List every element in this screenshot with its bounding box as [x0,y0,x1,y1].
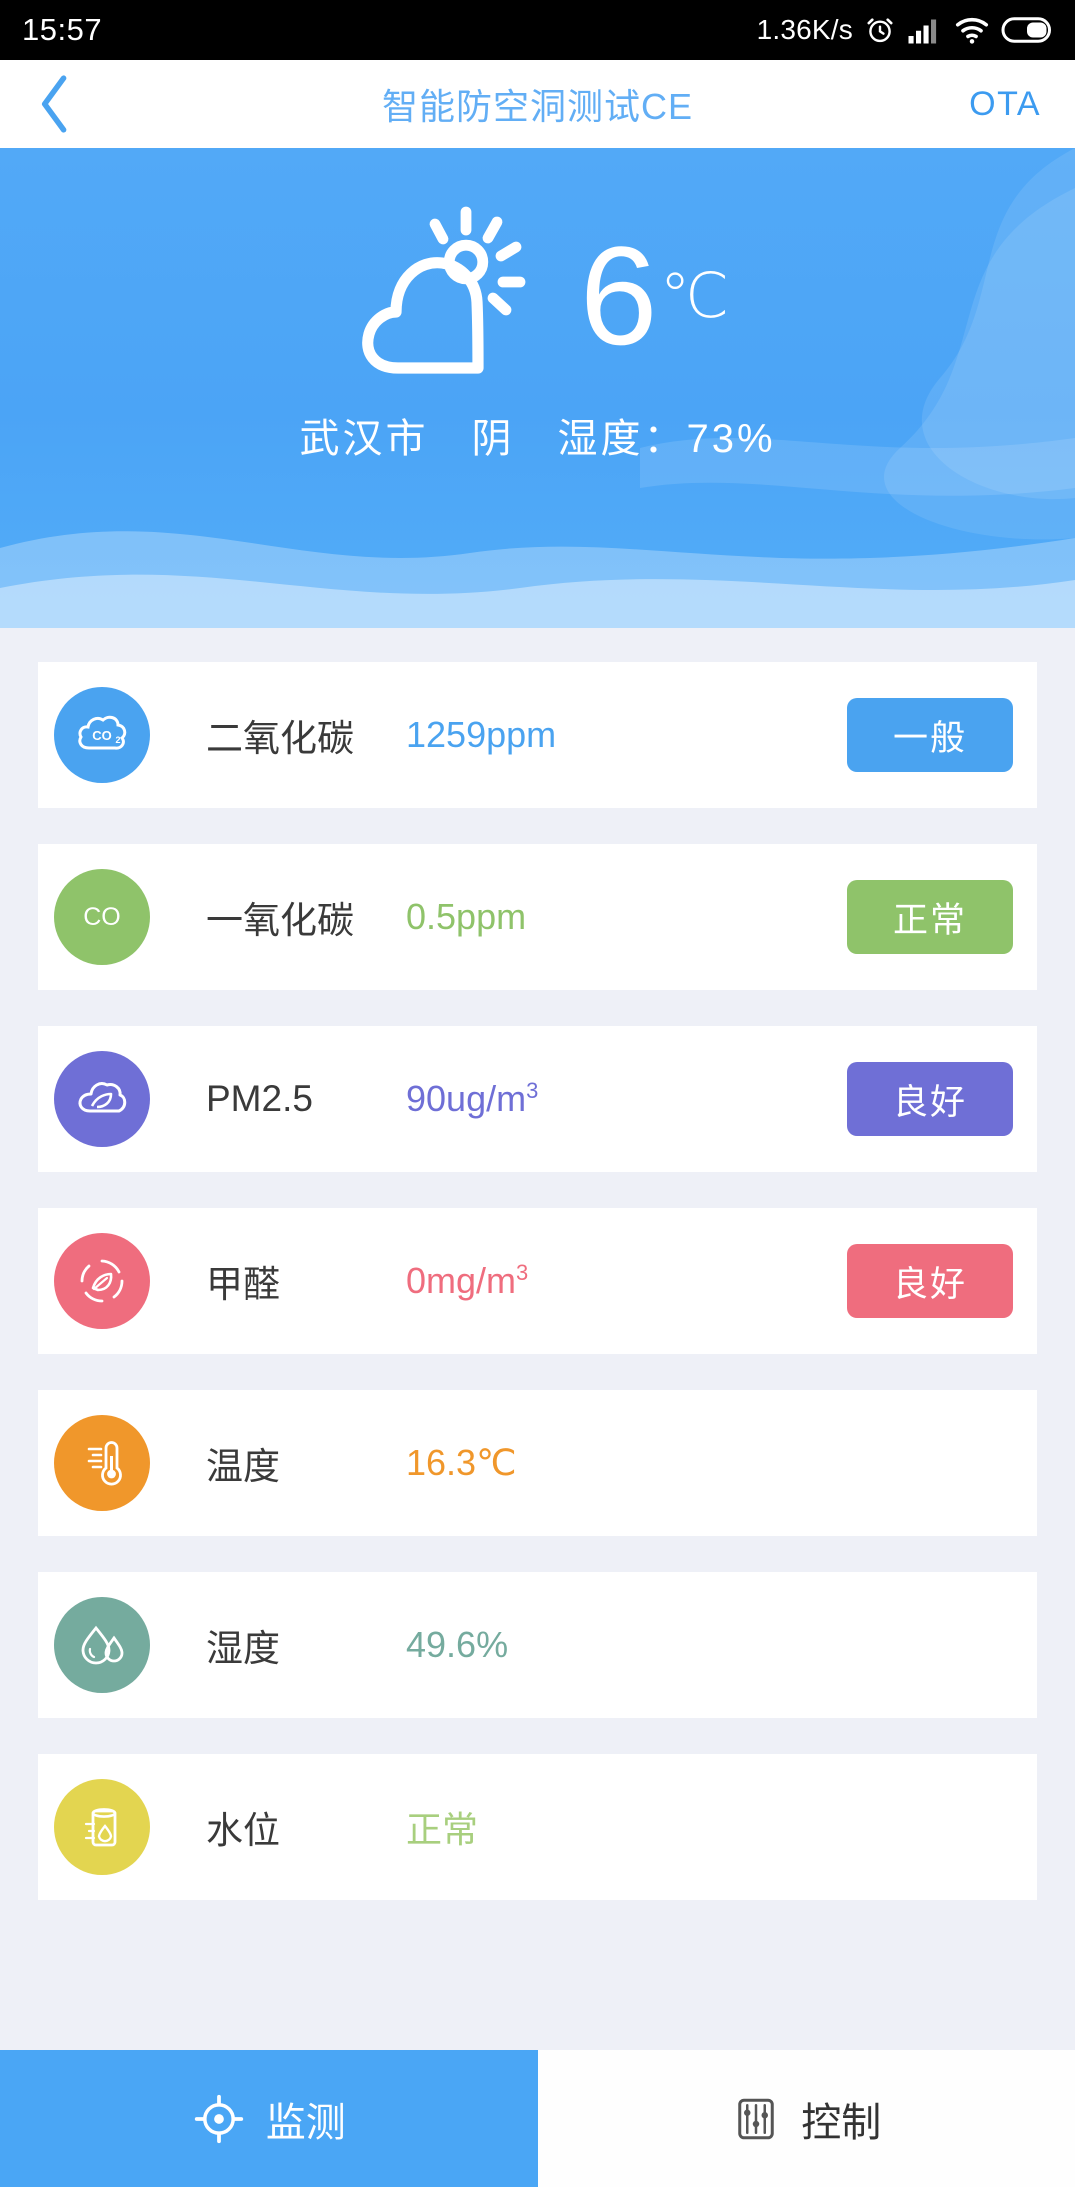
sensor-value: 0.5ppm [406,896,527,937]
ota-button[interactable]: OTA [969,85,1041,124]
weather-main: 6 ℃ [0,196,1075,396]
sensor-card-humidity[interactable]: 湿度 49.6% [38,1572,1037,1718]
thermometer-icon [54,1415,150,1511]
tab-label: 监测 [265,2100,346,2145]
water-tank-level-icon [54,1779,150,1875]
sensor-label: 一氧化碳 [206,900,354,941]
page-title: 智能防空洞测试CE [381,86,693,127]
sliders-control-icon [731,2094,781,2144]
app-screen: 15:57 1.36K/s 智能防空洞测试CE OTA 6 ℃ 武汉市 阴 湿度… [0,0,1075,2187]
sensor-list: CO 2 二氧化碳 1259ppm 一般 CO 一氧化碳 0.5ppm 正常 P… [0,628,1075,2050]
sensor-label: 水位 [206,1810,280,1851]
tab-control[interactable]: 控制 [537,2050,1075,2187]
alarm-clock-icon [864,14,896,46]
water-drops-icon [54,1597,150,1693]
weather-temperature: 6 ℃ [580,226,730,366]
sensor-label: 湿度 [206,1628,280,1669]
sensor-label: 温度 [206,1446,280,1487]
sensor-label: 二氧化碳 [206,718,354,759]
sensor-status-badge: 良好 [847,1062,1013,1136]
sun-behind-cloud-icon [346,196,556,396]
sensor-status-badge: 正常 [847,880,1013,954]
sensor-value: 正常 [406,1809,479,1850]
sensor-card-pm25[interactable]: PM2.5 90ug/m3 良好 [38,1026,1037,1172]
tab-monitor[interactable]: 监测 [0,2050,538,2187]
sensor-card-formaldehyde[interactable]: 甲醛 0mg/m3 良好 [38,1208,1037,1354]
co-text-icon: CO [54,869,150,965]
sensor-value: 0mg/m3 [406,1260,529,1301]
weather-summary: 武汉市 阴 湿度：73% [299,417,776,461]
weather-banner: 6 ℃ 武汉市 阴 湿度：73% [0,148,1075,628]
sensor-label: 甲醛 [206,1264,280,1305]
sensor-status-badge: 良好 [847,1244,1013,1318]
svg-text:CO: CO [92,728,112,743]
sensor-value: 49.6% [406,1624,509,1665]
co2-cloud-icon: CO 2 [54,687,150,783]
battery-icon [1001,15,1053,45]
chevron-left-icon [34,73,76,135]
sensor-status-badge: 一般 [847,698,1013,772]
tab-label: 控制 [801,2100,882,2145]
wifi-icon [954,15,990,45]
pm25-cloud-leaf-icon [54,1051,150,1147]
sensor-value: 1259ppm [406,714,557,755]
bottom-tab-bar: 监测 控制 [0,2050,1075,2187]
svg-text:CO: CO [83,903,121,931]
svg-text:2: 2 [115,735,120,745]
cellular-signal-icon [907,15,943,45]
network-speed-text: 1.36K/s [756,14,853,45]
temperature-value: 6 [579,217,658,374]
sensor-value: 90ug/m3 [406,1078,539,1119]
sensor-card-temperature[interactable]: 温度 16.3℃ [38,1390,1037,1536]
back-button[interactable] [0,73,110,135]
status-bar: 15:57 1.36K/s [0,0,1075,60]
sensor-card-co[interactable]: CO 一氧化碳 0.5ppm 正常 [38,844,1037,990]
formaldehyde-leaf-circle-icon [54,1233,150,1329]
status-bar-indicators: 1.36K/s [757,14,1053,46]
crosshair-target-icon [192,2092,246,2146]
temperature-unit: ℃ [659,262,730,331]
navigation-bar: 智能防空洞测试CE OTA [0,60,1075,148]
sensor-label: PM2.5 [206,1078,313,1119]
sensor-value: 16.3℃ [406,1442,517,1483]
status-bar-time: 15:57 [22,12,103,47]
sensor-card-water-level[interactable]: 水位 正常 [38,1754,1037,1900]
sensor-card-co2[interactable]: CO 2 二氧化碳 1259ppm 一般 [38,662,1037,808]
